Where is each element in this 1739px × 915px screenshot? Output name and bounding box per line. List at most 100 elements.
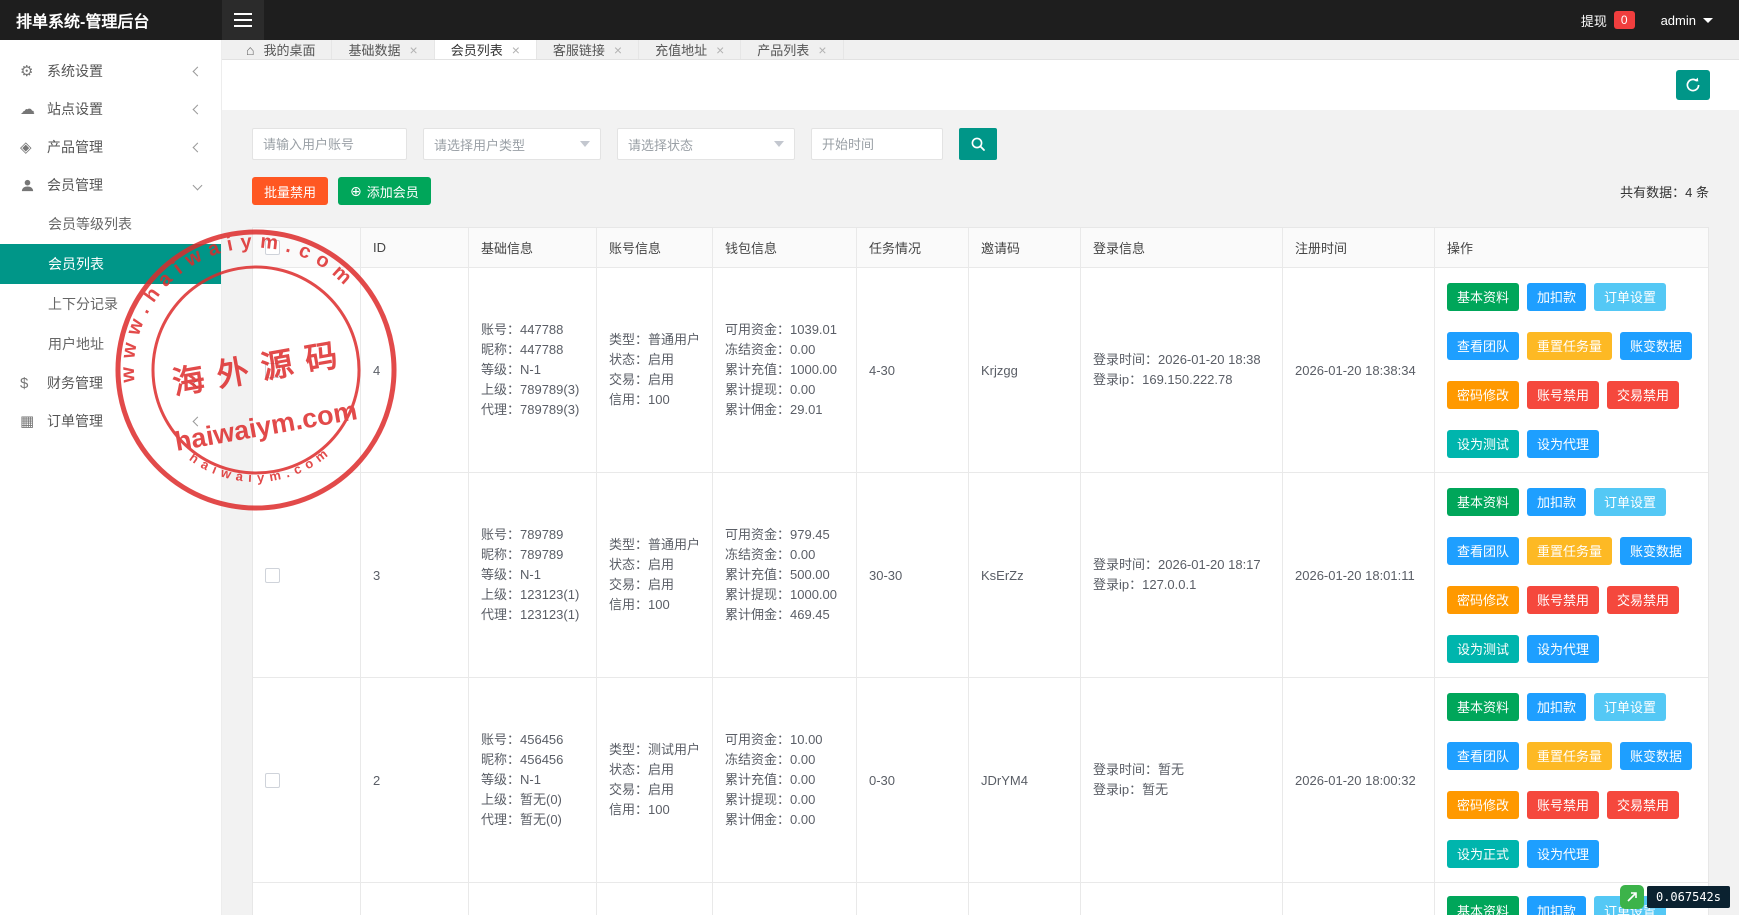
sidebar-item-product-management[interactable]: ◈ 产品管理	[0, 128, 221, 166]
action-button[interactable]: 密码修改	[1447, 381, 1519, 409]
close-icon[interactable]: ×	[614, 43, 622, 57]
action-button[interactable]: 账变数据	[1620, 537, 1692, 565]
col-header-wallet-info: 钱包信息	[713, 228, 857, 268]
action-button[interactable]: 设为代理	[1527, 430, 1599, 458]
col-header-invite-code: 邀请码	[969, 228, 1081, 268]
tab-recharge-address[interactable]: 充值地址 ×	[639, 40, 741, 59]
info-line: 累计充值：500.00	[725, 565, 830, 585]
action-button[interactable]: 订单设置	[1594, 693, 1666, 721]
refresh-button[interactable]	[1676, 70, 1710, 100]
invite-code-cell: Krjzgg	[969, 268, 1081, 473]
action-button[interactable]: 密码修改	[1447, 791, 1519, 819]
row-checkbox[interactable]	[265, 568, 280, 583]
row-checkbox[interactable]	[265, 363, 280, 378]
withdraw-link[interactable]: 提现 0	[1581, 11, 1635, 30]
select-all-checkbox[interactable]	[265, 240, 280, 255]
action-button[interactable]: 加扣款	[1527, 693, 1586, 721]
action-button[interactable]: 设为代理	[1527, 635, 1599, 663]
action-button[interactable]: 交易禁用	[1607, 381, 1679, 409]
info-line: 登录时间：暂无	[1093, 760, 1184, 780]
action-button[interactable]: 基本资料	[1447, 283, 1519, 311]
action-button[interactable]: 基本资料	[1447, 896, 1519, 915]
sidebar-item-system-settings[interactable]: ⚙ 系统设置	[0, 52, 221, 90]
action-button[interactable]: 交易禁用	[1607, 791, 1679, 819]
action-button[interactable]: 订单设置	[1594, 283, 1666, 311]
sidebar-item-finance-management[interactable]: $ 财务管理	[0, 364, 221, 402]
action-button[interactable]: 订单设置	[1594, 488, 1666, 516]
sidebar-item-label: 系统设置	[47, 61, 194, 81]
action-button[interactable]: 加扣款	[1527, 896, 1586, 915]
info-line: 累计佣金：0.00	[725, 810, 815, 830]
tab-label: 我的桌面	[263, 40, 315, 59]
row-select-cell	[253, 883, 361, 915]
refresh-icon	[1685, 77, 1701, 93]
info-line: 账号：456456	[481, 730, 563, 750]
action-button[interactable]: 交易禁用	[1607, 586, 1679, 614]
action-button[interactable]: 重置任务量	[1527, 537, 1612, 565]
register-time-cell	[1283, 883, 1435, 915]
action-button[interactable]: 密码修改	[1447, 586, 1519, 614]
action-button[interactable]: 基本资料	[1447, 488, 1519, 516]
close-icon[interactable]: ×	[410, 43, 418, 57]
sidebar-item-score-records[interactable]: 上下分记录	[0, 284, 221, 324]
action-button[interactable]: 账号禁用	[1527, 381, 1599, 409]
tab-basic-data[interactable]: 基础数据 ×	[332, 40, 434, 59]
speed-indicator-icon[interactable]	[1620, 885, 1644, 909]
batch-disable-button[interactable]: 批量禁用	[252, 177, 328, 205]
sidebar-item-member-management[interactable]: 会员管理	[0, 166, 221, 204]
close-icon[interactable]: ×	[512, 43, 520, 57]
account-input[interactable]	[252, 128, 407, 160]
action-button[interactable]: 设为正式	[1447, 840, 1519, 868]
action-button[interactable]: 加扣款	[1527, 488, 1586, 516]
action-button-row: 密码修改账号禁用交易禁用	[1447, 791, 1679, 819]
action-button[interactable]: 设为测试	[1447, 635, 1519, 663]
tab-my-desktop[interactable]: ⌂ 我的桌面	[230, 40, 332, 59]
row-checkbox[interactable]	[265, 773, 280, 788]
sidebar-item-user-address[interactable]: 用户地址	[0, 324, 221, 364]
user-type-select[interactable]: 请选择用户类型	[423, 128, 601, 160]
search-button[interactable]	[959, 128, 997, 160]
action-button[interactable]: 账号禁用	[1527, 586, 1599, 614]
total-count: 4	[1685, 185, 1692, 200]
login-info-cell: 登录时间：暂无登录ip：暂无	[1081, 678, 1283, 883]
start-time-input[interactable]	[811, 128, 943, 160]
action-button[interactable]: 设为测试	[1447, 430, 1519, 458]
register-time-cell: 2026-01-20 18:00:32	[1283, 678, 1435, 883]
action-button[interactable]: 查看团队	[1447, 537, 1519, 565]
row-select-cell	[253, 268, 361, 473]
wallet-info-cell	[713, 883, 857, 915]
gear-icon: ⚙	[20, 62, 47, 80]
row-select-cell	[253, 473, 361, 678]
col-header-register-time: 注册时间	[1283, 228, 1435, 268]
add-member-button[interactable]: ⊕ 添加会员	[338, 177, 431, 205]
info-line: 信用：100	[609, 800, 670, 820]
close-icon[interactable]: ×	[818, 43, 826, 57]
tab-service-link[interactable]: 客服链接 ×	[537, 40, 639, 59]
wallet-info-cell: 可用资金：10.00冻结资金：0.00累计充值：0.00累计提现：0.00累计佣…	[713, 678, 857, 883]
status-select[interactable]: 请选择状态	[617, 128, 795, 160]
action-button[interactable]: 重置任务量	[1527, 332, 1612, 360]
close-icon[interactable]: ×	[716, 43, 724, 57]
action-button[interactable]: 加扣款	[1527, 283, 1586, 311]
action-button[interactable]: 设为代理	[1527, 840, 1599, 868]
sidebar-item-site-settings[interactable]: ☁ 站点设置	[0, 90, 221, 128]
action-button[interactable]: 基本资料	[1447, 693, 1519, 721]
sidebar-toggle-button[interactable]	[222, 0, 264, 40]
col-header-login-info: 登录信息	[1081, 228, 1283, 268]
action-button[interactable]: 重置任务量	[1527, 742, 1612, 770]
sidebar-item-member-list[interactable]: 会员列表	[0, 244, 221, 284]
action-button[interactable]: 账变数据	[1620, 742, 1692, 770]
info-line: 昵称：789789	[481, 545, 563, 565]
info-line: 状态：启用	[609, 760, 674, 780]
tab-member-list[interactable]: 会员列表 ×	[435, 40, 537, 59]
action-button[interactable]: 查看团队	[1447, 332, 1519, 360]
tab-product-list[interactable]: 产品列表 ×	[741, 40, 843, 59]
user-menu[interactable]: admin	[1661, 13, 1713, 28]
sidebar-item-order-management[interactable]: ▦ 订单管理	[0, 402, 221, 440]
action-button[interactable]: 查看团队	[1447, 742, 1519, 770]
actions-cell: 基本资料加扣款订单设置查看团队重置任务量账变数据密码修改账号禁用交易禁用设为测试…	[1435, 473, 1708, 678]
action-button[interactable]: 账变数据	[1620, 332, 1692, 360]
action-button[interactable]: 账号禁用	[1527, 791, 1599, 819]
dollar-icon: $	[20, 375, 47, 392]
sidebar-item-member-level-list[interactable]: 会员等级列表	[0, 204, 221, 244]
